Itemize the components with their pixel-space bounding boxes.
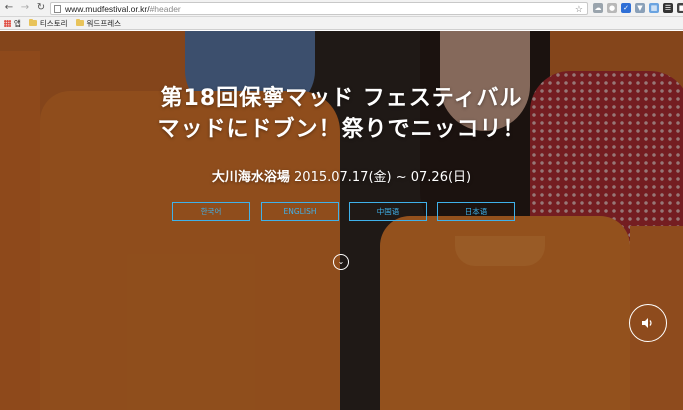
bookmark-apps[interactable]: 앱: [4, 18, 21, 29]
grid-extension-icon[interactable]: ▦: [649, 3, 659, 13]
hero-title-line1: 第18回保寧マッド フェスティバル: [160, 86, 523, 111]
bookmark-wordpress[interactable]: 워드프레스: [75, 18, 122, 29]
browser-toolbar: ← → ↻ www.mudfestival.or.kr/#header ☆ ☁ …: [0, 0, 683, 17]
hero-title: 第18回保寧マッド フェスティバル マッドにドブン！祭りでニッコリ！: [0, 83, 683, 145]
check-extension-icon[interactable]: ✓: [621, 3, 631, 13]
mask-extension-icon[interactable]: ■: [677, 3, 683, 13]
festival-dates: 2015.07.17(金) ~ 07.26(日): [289, 170, 472, 185]
venue-name: 大川海水浴場: [211, 170, 290, 185]
bookmark-tistory[interactable]: 티스토리: [28, 18, 68, 29]
bookmark-label: 티스토리: [39, 18, 68, 28]
bookmarks-bar: 앱 티스토리 워드프레스: [0, 17, 683, 30]
hero-subtitle: 大川海水浴場 2015.07.17(金) ~ 07.26(日): [0, 166, 683, 185]
chevron-down-circle-icon[interactable]: ⌄: [333, 254, 349, 270]
page-icon: [54, 4, 61, 13]
lang-japanese-button[interactable]: 日本语: [437, 202, 515, 221]
url-hash: #header: [149, 3, 181, 14]
reload-icon[interactable]: ↻: [34, 1, 48, 15]
language-selector: 한국어 ENGLISH 中国语 日本语: [0, 202, 683, 221]
url-host: www.mudfestival.or.kr/: [65, 3, 150, 14]
lang-korean-button[interactable]: 한국어: [172, 202, 250, 221]
apps-grid-icon: [4, 19, 11, 27]
bookmark-star-icon[interactable]: ☆: [575, 3, 583, 15]
back-icon[interactable]: ←: [2, 1, 16, 15]
address-bar[interactable]: www.mudfestival.or.kr/#header ☆: [50, 2, 588, 15]
lang-english-button[interactable]: ENGLISH: [261, 202, 339, 221]
extension-icons: ☁ ● ✓ ▼ ▦ ☰ ■ ≡: [593, 3, 683, 13]
bookmark-label: 앱: [14, 18, 21, 28]
shield-extension-icon[interactable]: ●: [607, 3, 617, 13]
lang-chinese-button[interactable]: 中国语: [349, 202, 427, 221]
bookmark-label: 워드프레스: [86, 18, 122, 28]
forward-icon[interactable]: →: [18, 1, 32, 15]
hero-section: 第18回保寧マッド フェスティバル マッドにドブン！祭りでニッコリ！ 大川海水浴…: [0, 31, 683, 410]
menu-icon[interactable]: ☰: [663, 3, 673, 13]
pocket-extension-icon[interactable]: ▼: [635, 3, 645, 13]
folder-icon: [75, 18, 84, 26]
folder-icon: [28, 18, 37, 26]
volume-icon[interactable]: [629, 304, 667, 342]
cloud-extension-icon[interactable]: ☁: [593, 3, 603, 13]
hero-title-line2: マッドにドブン！祭りでニッコリ！: [157, 117, 526, 142]
